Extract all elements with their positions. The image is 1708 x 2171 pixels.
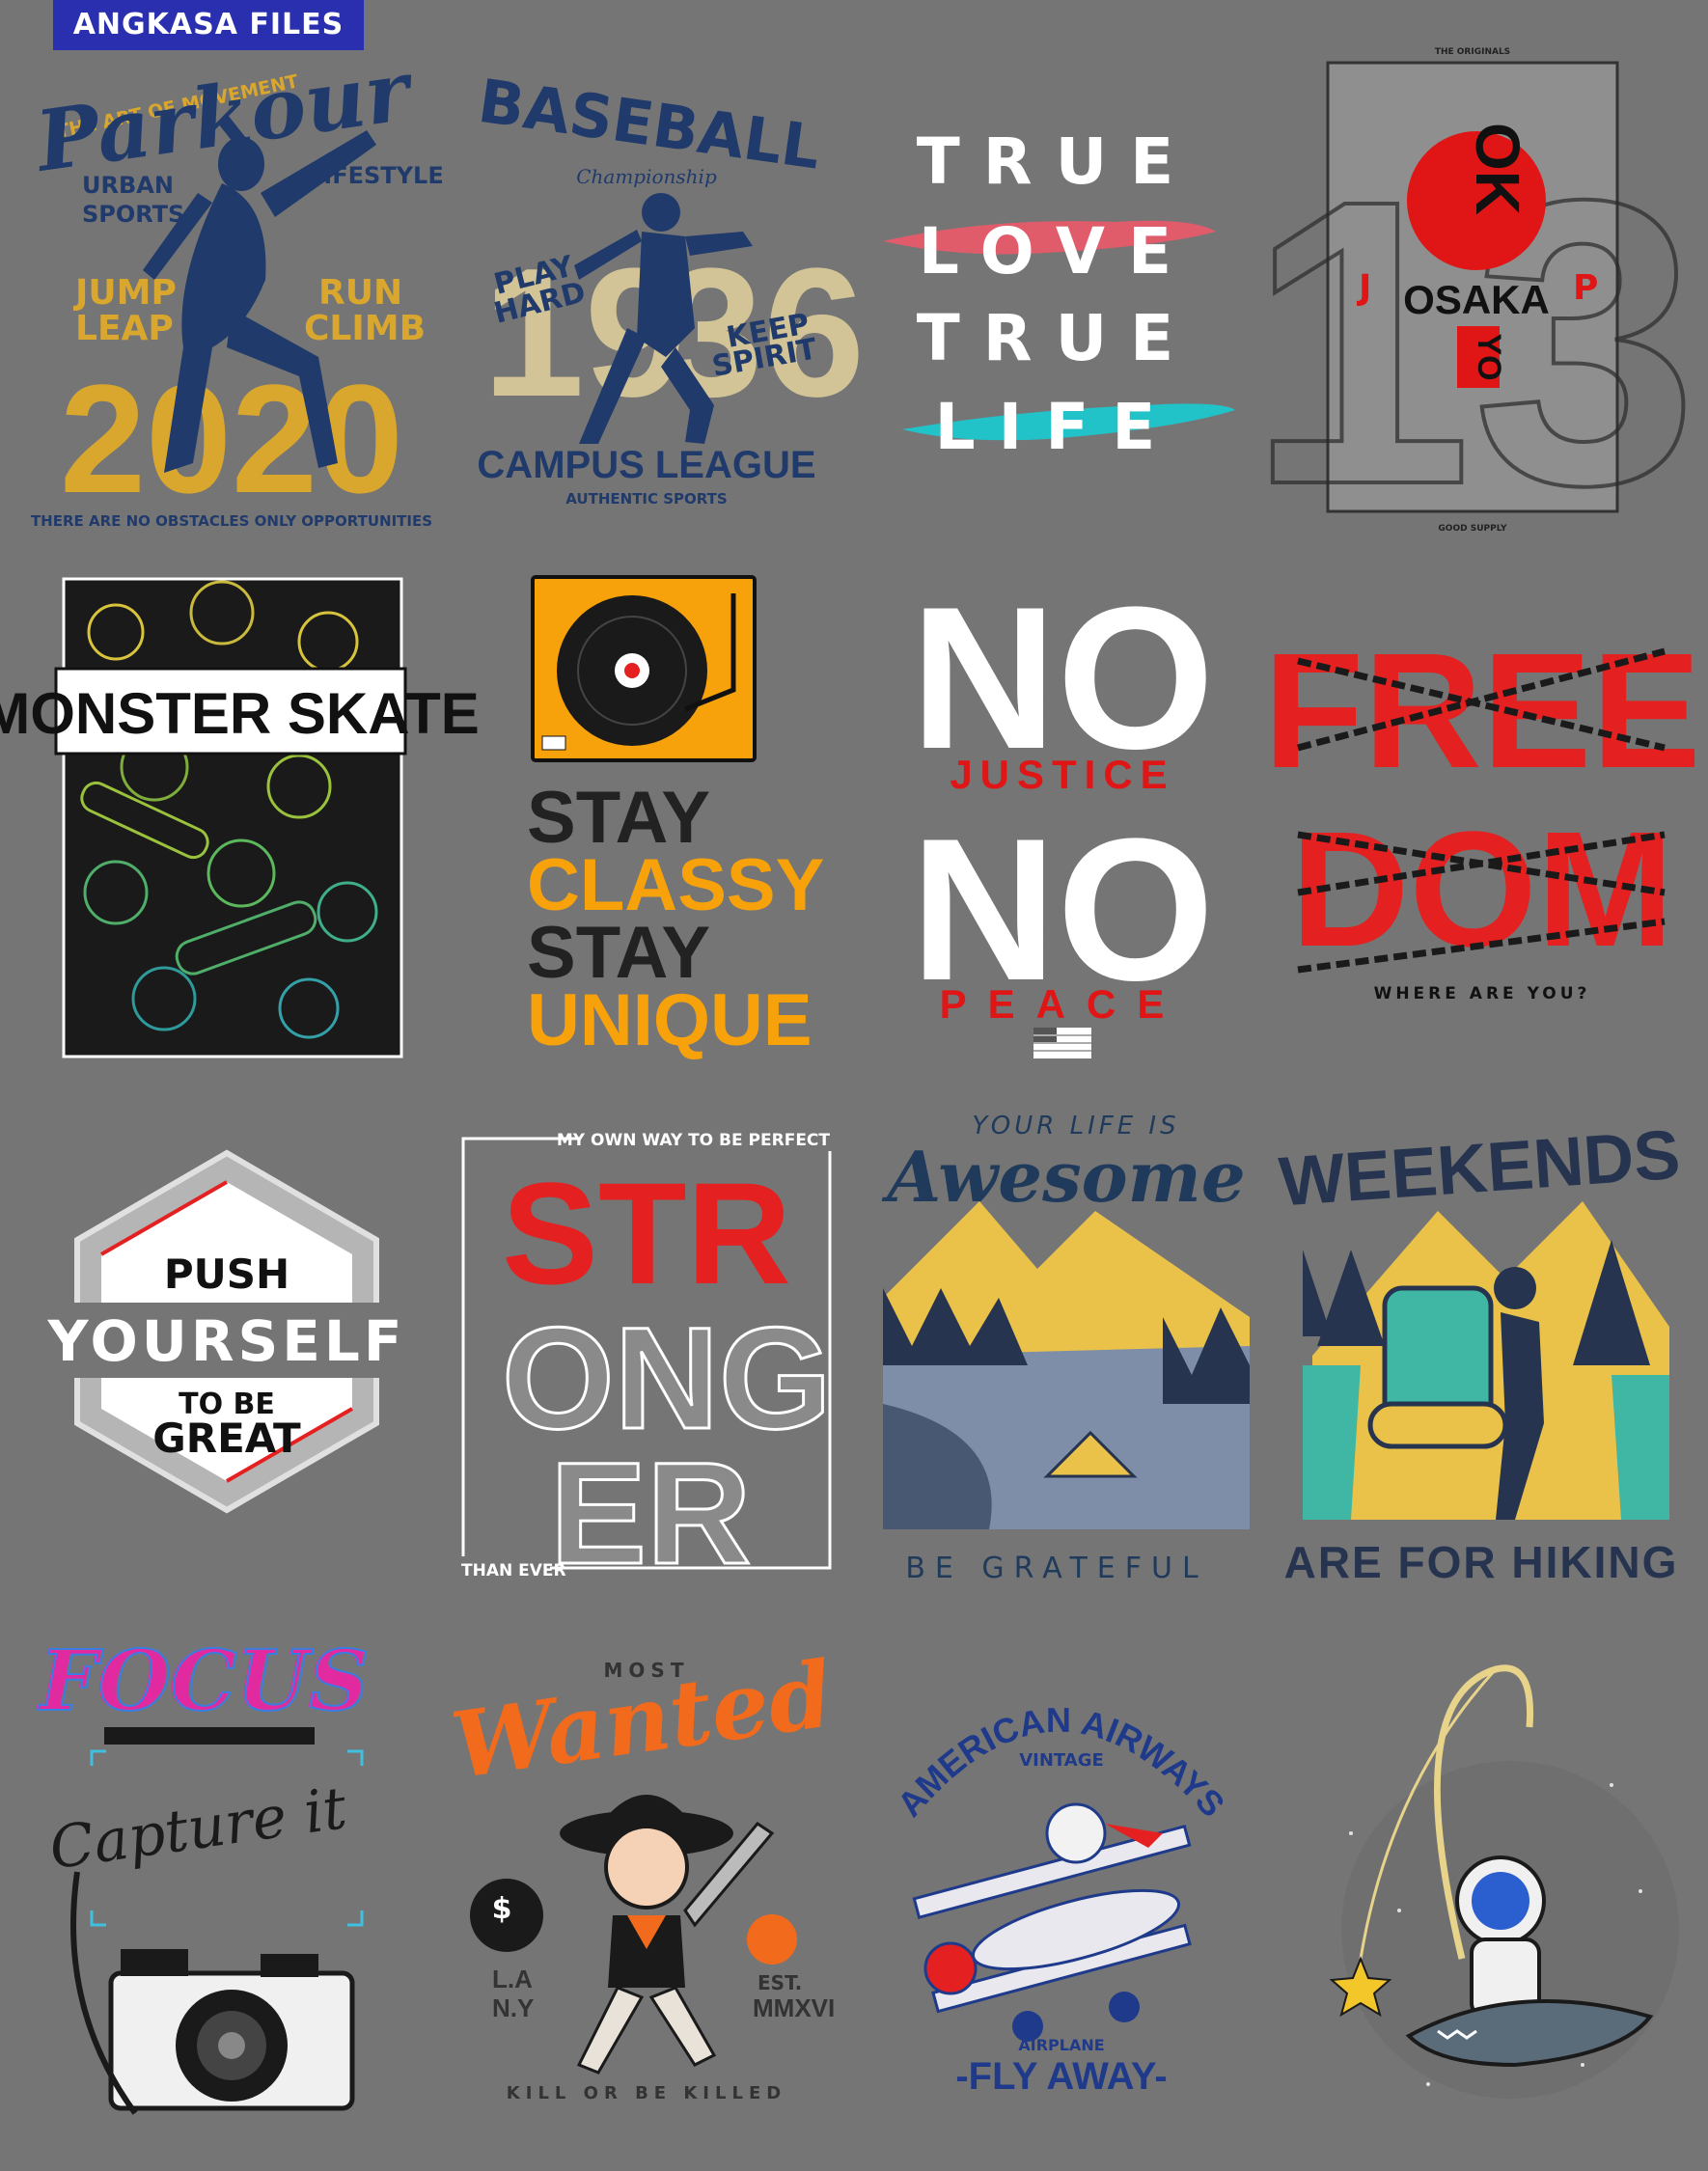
nojustice-justice: JUSTICE <box>950 752 1174 797</box>
wanted-la: L.A <box>492 1965 533 1993</box>
nojustice-peace: PEACE <box>940 981 1186 1027</box>
awesome-bottom: BE GRATEFUL <box>905 1552 1207 1585</box>
design-american-airways[interactable]: AMERICAN AIRWAYS VINTAGE AIRPLANE -FLY A… <box>873 1640 1259 2123</box>
design-parkour[interactable]: THE ART OF MOVEMENT Parkour URBAN SPORTS… <box>28 39 444 530</box>
design-true-love[interactable]: TRUE LOVE TRUE LIFE <box>873 39 1259 521</box>
airways-fly: -FLY AWAY- <box>955 2055 1167 2098</box>
tokyo-osaka: OSAKA <box>1403 277 1550 322</box>
tokyo-ok: OK <box>1463 123 1532 215</box>
tokyo-yo: YO <box>1471 333 1507 380</box>
parkour-year: 2020 <box>60 352 403 525</box>
design-tokyo[interactable]: THE ORIGINALS 13 OK OSAKA YO J P GOOD SU… <box>1245 39 1699 571</box>
airways-vintage: VINTAGE <box>1019 1750 1104 1771</box>
weekends-bottom: ARE FOR HIKING <box>1284 1537 1679 1587</box>
push-push: PUSH <box>164 1250 289 1298</box>
baseball-league: CAMPUS LEAGUE <box>477 444 815 486</box>
parkour-jump: JUMP <box>72 273 177 313</box>
baseball-authentic: AUTHENTIC SPORTS <box>565 490 727 508</box>
focus-script: Capture it <box>45 1774 351 1883</box>
flag-icon <box>1033 1028 1091 1058</box>
stronger-bottom: THAN EVER <box>461 1561 566 1580</box>
wanted-est: EST. <box>758 1971 802 1994</box>
wanted-year: MMXVI <box>753 1993 835 2022</box>
love-line: LOVE <box>919 214 1195 289</box>
design-no-justice[interactable]: NO JUSTICE NO PEACE <box>873 564 1259 1058</box>
design-weekends[interactable]: WEEKENDS ARE FOR HIKING <box>1277 1114 1683 1597</box>
design-awesome[interactable]: YOUR LIFE IS Awesome BE GRATEFUL <box>873 1112 1259 1597</box>
freedom-dom: DOM <box>1291 798 1674 981</box>
design-most-wanted[interactable]: MOST Wanted $ L.A N.Y EST. MMXVI KILL OR… <box>446 1640 840 2123</box>
weekends-title: WEEKENDS <box>1277 1116 1683 1222</box>
tokyo-bottom: GOOD SUPPLY <box>1438 524 1507 534</box>
freedom-sub: WHERE ARE YOU? <box>1374 984 1591 1003</box>
design-monster-skate[interactable]: MONSTER SKATE <box>0 574 480 1058</box>
cowboy-icon <box>470 1795 797 2075</box>
push-yourself: YOURSELF <box>47 1308 406 1374</box>
parkour-climb: CLIMB <box>304 309 426 348</box>
tokyo-j: J <box>1356 268 1371 308</box>
svg-text:$: $ <box>492 1892 512 1926</box>
stronger-top: MY OWN WAY TO BE PERFECT <box>557 1131 831 1150</box>
airways-plane: AIRPLANE <box>1018 2036 1104 2054</box>
stronger-str: STR <box>502 1152 791 1314</box>
biplane-icon <box>912 1802 1192 2042</box>
parkour-slogan: THERE ARE NO OBSTACLES ONLY OPPORTUNITIE… <box>31 512 432 530</box>
tokyo-top: THE ORIGINALS <box>1435 47 1510 57</box>
design-push-yourself[interactable]: PUSH YOURSELF TO BE GREAT <box>39 1114 425 1597</box>
awesome-title: Awesome <box>881 1136 1245 1218</box>
freedom-free: FREE <box>1263 619 1700 803</box>
camera-icon <box>70 1871 355 2115</box>
design-stronger[interactable]: MY OWN WAY TO BE PERFECT STR ONG ER THAN… <box>454 1114 840 1597</box>
true-line-1: TRUE <box>917 124 1198 199</box>
stronger-er: ER <box>550 1432 751 1594</box>
classy-unique: UNIQUE <box>527 979 813 1061</box>
parkour-urban: URBAN <box>82 172 174 199</box>
parkour-run: RUN <box>318 273 402 313</box>
tokyo-p: P <box>1573 268 1598 308</box>
hiker-icon <box>1303 1201 1669 1520</box>
design-freedom[interactable]: FREE DOM WHERE ARE YOU? <box>1263 574 1700 1057</box>
wanted-bottom: KILL OR BE KILLED <box>507 2083 786 2103</box>
design-astronaut[interactable] <box>1293 1640 1679 2123</box>
monster-title: MONSTER SKATE <box>0 681 480 746</box>
wanted-ny: N.Y <box>492 1993 534 2022</box>
push-great: GREAT <box>152 1415 301 1462</box>
parkour-sports: SPORTS <box>82 201 184 228</box>
design-baseball[interactable]: BASEBALL Championship 19 36 PLAY HARD KE… <box>454 39 865 521</box>
focus-title-outline: FOCUS <box>37 1633 370 1730</box>
parkour-leap: LEAP <box>75 309 174 348</box>
life-line: LIFE <box>935 390 1179 464</box>
film-strip-icon <box>104 1727 315 1745</box>
design-stay-classy[interactable]: STAY CLASSY STAY UNIQUE <box>454 574 840 1061</box>
baseball-sub: Championship <box>576 165 717 188</box>
true-line-2: TRUE <box>917 301 1198 375</box>
design-focus[interactable]: FOCUS FOCUS Capture it <box>35 1632 425 2123</box>
mountain-lake-icon <box>883 1201 1250 1529</box>
